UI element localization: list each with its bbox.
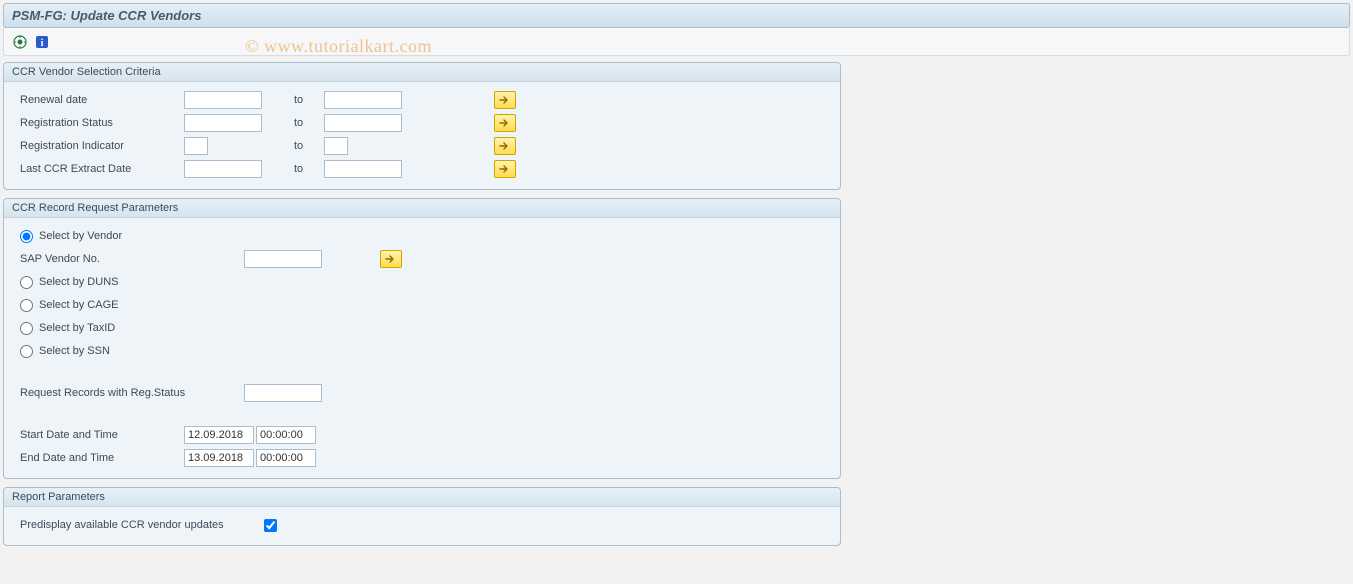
label-to: to (276, 140, 324, 152)
input-registration-status-from[interactable] (184, 114, 262, 132)
label-registration-status: Registration Status (14, 117, 184, 129)
input-request-reg-status[interactable] (244, 384, 322, 402)
execute-icon[interactable] (12, 34, 28, 50)
multiple-selection-button[interactable] (494, 137, 516, 155)
page-title: PSM-FG: Update CCR Vendors (12, 8, 1341, 23)
input-sap-vendor-no[interactable] (244, 250, 322, 268)
radio-select-by-taxid-input[interactable] (20, 322, 33, 335)
label-registration-indicator: Registration Indicator (14, 140, 184, 152)
label-sap-vendor-no: SAP Vendor No. (14, 253, 244, 265)
label-to: to (276, 94, 324, 106)
radio-select-by-cage[interactable]: Select by CAGE (14, 299, 118, 312)
row-registration-indicator: Registration Indicator to (14, 135, 830, 157)
label-end-date-time: End Date and Time (14, 452, 184, 464)
toolbar: i (3, 28, 1350, 56)
radio-select-by-taxid[interactable]: Select by TaxID (14, 322, 115, 335)
radio-select-by-cage-input[interactable] (20, 299, 33, 312)
row-sap-vendor-no: SAP Vendor No. (14, 248, 830, 270)
input-registration-indicator-to[interactable] (324, 137, 348, 155)
row-request-reg-status: Request Records with Reg.Status (14, 382, 830, 404)
radio-select-by-ssn-input[interactable] (20, 345, 33, 358)
multiple-selection-button[interactable] (380, 250, 402, 268)
label-renewal-date: Renewal date (14, 94, 184, 106)
input-last-ccr-extract-to[interactable] (324, 160, 402, 178)
radio-select-by-vendor-input[interactable] (20, 230, 33, 243)
label-predisplay: Predisplay available CCR vendor updates (14, 519, 244, 531)
row-renewal-date: Renewal date to (14, 89, 830, 111)
group-vendor-selection-title: CCR Vendor Selection Criteria (4, 63, 840, 82)
input-renewal-date-to[interactable] (324, 91, 402, 109)
group-vendor-selection: CCR Vendor Selection Criteria Renewal da… (3, 62, 841, 190)
label-start-date-time: Start Date and Time (14, 429, 184, 441)
radio-select-by-duns[interactable]: Select by DUNS (14, 276, 118, 289)
checkbox-predisplay[interactable] (264, 519, 277, 532)
input-registration-status-to[interactable] (324, 114, 402, 132)
radio-select-by-ssn-label: Select by SSN (39, 345, 110, 357)
row-registration-status: Registration Status to (14, 112, 830, 134)
radio-select-by-taxid-label: Select by TaxID (39, 322, 115, 334)
radio-select-by-duns-input[interactable] (20, 276, 33, 289)
radio-select-by-duns-label: Select by DUNS (39, 276, 118, 288)
row-end-date-time: End Date and Time (14, 447, 830, 469)
group-report-parameters: Report Parameters Predisplay available C… (3, 487, 841, 546)
info-icon[interactable]: i (34, 34, 50, 50)
label-last-ccr-extract: Last CCR Extract Date (14, 163, 184, 175)
multiple-selection-button[interactable] (494, 114, 516, 132)
radio-select-by-vendor[interactable]: Select by Vendor (14, 230, 122, 243)
input-end-date[interactable] (184, 449, 254, 467)
radio-select-by-vendor-label: Select by Vendor (39, 230, 122, 242)
title-bar: PSM-FG: Update CCR Vendors (3, 3, 1350, 28)
input-renewal-date-from[interactable] (184, 91, 262, 109)
content-area: CCR Vendor Selection Criteria Renewal da… (3, 62, 1350, 546)
multiple-selection-button[interactable] (494, 91, 516, 109)
svg-text:i: i (41, 38, 44, 49)
row-predisplay: Predisplay available CCR vendor updates (14, 514, 830, 536)
input-registration-indicator-from[interactable] (184, 137, 208, 155)
radio-select-by-cage-label: Select by CAGE (39, 299, 118, 311)
label-request-reg-status: Request Records with Reg.Status (14, 387, 244, 399)
row-start-date-time: Start Date and Time (14, 424, 830, 446)
group-report-parameters-title: Report Parameters (4, 488, 840, 507)
input-start-date[interactable] (184, 426, 254, 444)
label-to: to (276, 163, 324, 175)
input-end-time[interactable] (256, 449, 316, 467)
group-record-request: CCR Record Request Parameters Select by … (3, 198, 841, 479)
input-last-ccr-extract-from[interactable] (184, 160, 262, 178)
row-last-ccr-extract: Last CCR Extract Date to (14, 158, 830, 180)
multiple-selection-button[interactable] (494, 160, 516, 178)
radio-select-by-ssn[interactable]: Select by SSN (14, 345, 110, 358)
input-start-time[interactable] (256, 426, 316, 444)
label-to: to (276, 117, 324, 129)
group-record-request-title: CCR Record Request Parameters (4, 199, 840, 218)
